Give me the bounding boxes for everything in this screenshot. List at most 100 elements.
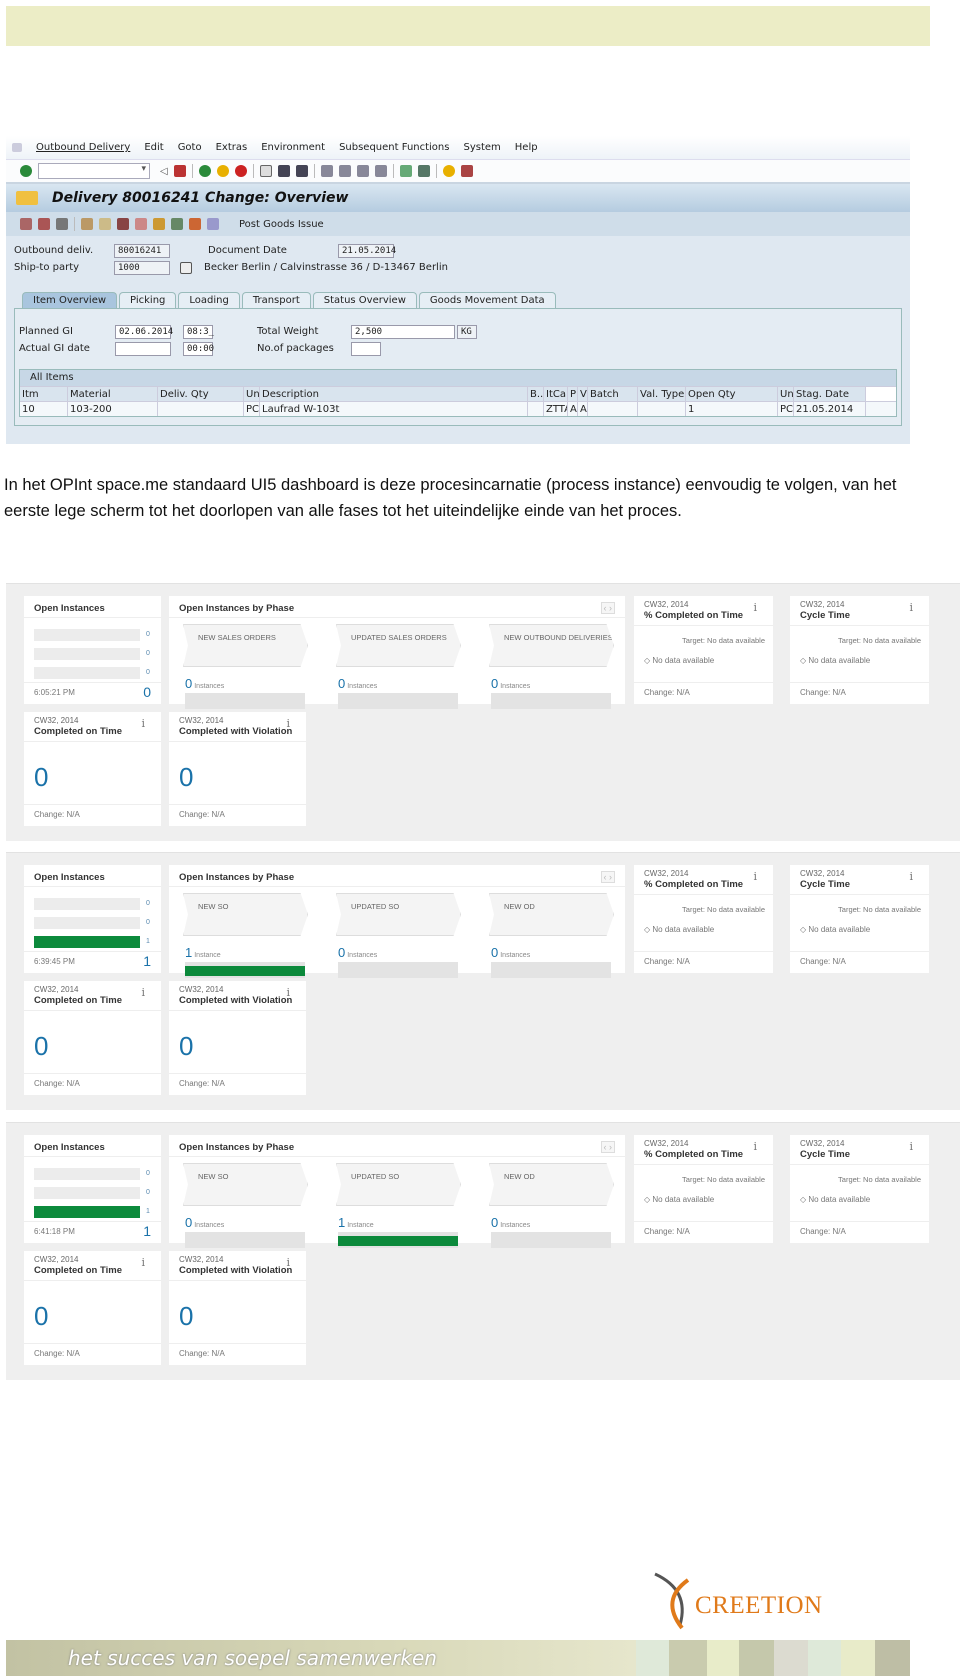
table-row[interactable]: 10103-200PCLaufrad W-103tZTTAAA1PC21.05.…	[20, 401, 896, 416]
column-header[interactable]: Batch	[588, 387, 638, 401]
phase-chevron[interactable]: NEW OD	[489, 1163, 614, 1206]
table-cell[interactable]: ZTTA	[544, 402, 568, 416]
menu-goto[interactable]: Goto	[178, 142, 202, 153]
transaction-icon[interactable]	[16, 191, 38, 205]
phase-nav-arrows[interactable]: ‹ ›	[600, 602, 615, 614]
phase-chevron[interactable]: UPDATED SO	[336, 893, 461, 936]
menu-system[interactable]: System	[463, 142, 500, 153]
phase-chevron[interactable]: NEW OUTBOUND DELIVERIES	[489, 624, 614, 667]
open-instances-tile[interactable]: Open Instances 0 0 0 6:05:21 PM 0	[24, 596, 161, 704]
menu-help[interactable]: Help	[515, 142, 538, 153]
kpi-tile[interactable]: CW32, 2014% Completed on Time i Target: N…	[634, 596, 773, 704]
find-icon[interactable]	[277, 165, 290, 177]
document-date-field[interactable]: 21.05.2014	[338, 243, 396, 258]
kpi-tile[interactable]: CW32, 2014 Completed with Violation i 0 Ch…	[169, 1251, 306, 1365]
kpi-tile[interactable]: CW32, 2014 Completed with Violation i 0 Ch…	[169, 981, 306, 1095]
info-icon[interactable]: i	[909, 601, 913, 614]
doc-flow-icon[interactable]	[207, 218, 219, 230]
delete-icon[interactable]	[56, 218, 68, 230]
back-icon[interactable]	[198, 165, 211, 177]
tab-item-overview[interactable]: Item Overview	[22, 292, 118, 308]
column-header[interactable]: Un	[244, 387, 260, 401]
table-cell[interactable]: Laufrad W-103t	[260, 402, 528, 416]
tab-loading[interactable]: Loading	[178, 292, 240, 308]
command-field[interactable]	[38, 163, 150, 179]
kpi-tile[interactable]: CW32, 2014% Completed on Time i Target: N…	[634, 1135, 773, 1243]
display-change-icon[interactable]	[20, 218, 32, 230]
info-icon[interactable]: i	[286, 1256, 290, 1269]
info-icon[interactable]: i	[286, 986, 290, 999]
column-header[interactable]: B..	[528, 387, 544, 401]
phase-tile[interactable]: Open Instances by Phase ‹ › NEW SO 1 Inst…	[169, 865, 625, 978]
phase-chevron[interactable]: NEW SO	[183, 1163, 308, 1206]
info-icon[interactable]: i	[141, 986, 145, 999]
tab-transport[interactable]: Transport	[241, 292, 311, 308]
total-weight-field[interactable]: 2,500	[351, 324, 455, 339]
phase-chevron[interactable]: NEW SALES ORDERS	[183, 624, 308, 667]
table-cell[interactable]	[528, 402, 544, 416]
tab-status-overview[interactable]: Status Overview	[312, 292, 417, 308]
menu-edit[interactable]: Edit	[144, 142, 163, 153]
weight-unit-field[interactable]: KG	[457, 324, 477, 339]
exit-icon[interactable]	[216, 165, 229, 177]
last-page-icon[interactable]	[374, 165, 387, 177]
info-icon[interactable]: i	[909, 1140, 913, 1153]
shortcut-icon[interactable]	[417, 165, 430, 177]
layout-icon[interactable]	[460, 165, 473, 177]
cancel-icon[interactable]	[234, 165, 247, 177]
tab-goods-movement-data[interactable]: Goods Movement Data	[418, 292, 556, 308]
print-icon[interactable]	[259, 165, 272, 177]
texts-icon[interactable]	[135, 218, 147, 230]
column-header[interactable]: Val. Type	[638, 387, 686, 401]
table-cell[interactable]: 10	[20, 402, 68, 416]
table-cell[interactable]: 21.05.2014	[794, 402, 866, 416]
phase-nav-arrows[interactable]: ‹ ›	[600, 871, 615, 883]
back-arrow-icon[interactable]: ◁	[160, 166, 168, 177]
phase-tile[interactable]: Open Instances by Phase ‹ › NEW SO 0 Inst…	[169, 1135, 625, 1248]
next-page-icon[interactable]	[356, 165, 369, 177]
new-session-icon[interactable]	[399, 165, 412, 177]
info-icon[interactable]: i	[753, 601, 757, 614]
kpi-tile[interactable]: CW32, 2014% Completed on Time i Target: N…	[634, 865, 773, 973]
first-page-icon[interactable]	[320, 165, 333, 177]
kpi-tile[interactable]: CW32, 2014 Cycle Time i Target: No data av…	[790, 1135, 929, 1243]
phase-chevron[interactable]: NEW OD	[489, 893, 614, 936]
open-instances-tile[interactable]: Open Instances 0 0 1 6:41:18 PM 1	[24, 1135, 161, 1243]
prev-page-icon[interactable]	[338, 165, 351, 177]
column-header[interactable]: Open Qty	[686, 387, 778, 401]
table-cell[interactable]	[638, 402, 686, 416]
kpi-tile[interactable]: CW32, 2014 Completed on Time i 0 Change: N…	[24, 1251, 161, 1365]
actual-gi-field[interactable]	[115, 341, 171, 356]
planned-time-field[interactable]: 08:3_	[183, 324, 214, 339]
planned-gi-field[interactable]: 02.06.2014	[115, 324, 173, 339]
phase-chevron[interactable]: UPDATED SALES ORDERS	[336, 624, 461, 667]
table-cell[interactable]	[158, 402, 244, 416]
table-cell[interactable]: 1	[686, 402, 778, 416]
table-cell[interactable]: A	[568, 402, 578, 416]
table-cell[interactable]: PC	[778, 402, 794, 416]
column-header[interactable]: Un	[778, 387, 794, 401]
phase-chevron[interactable]: NEW SO	[183, 893, 308, 936]
menu-extras[interactable]: Extras	[216, 142, 248, 153]
kpi-tile[interactable]: CW32, 2014 Cycle Time i Target: No data av…	[790, 865, 929, 973]
actual-time-field[interactable]: 00:00	[183, 341, 214, 356]
header-icon[interactable]	[81, 218, 93, 230]
kpi-tile[interactable]: CW32, 2014 Completed on Time i 0 Change: N…	[24, 981, 161, 1095]
goods-movement-icon[interactable]	[189, 218, 201, 230]
column-header[interactable]: Stag. Date	[794, 387, 866, 401]
output-icon[interactable]	[117, 218, 129, 230]
enter-icon[interactable]	[20, 165, 32, 177]
packages-field[interactable]	[351, 341, 381, 356]
column-header[interactable]: Deliv. Qty	[158, 387, 244, 401]
column-header[interactable]: P	[568, 387, 578, 401]
table-cell[interactable]	[588, 402, 638, 416]
menu-environment[interactable]: Environment	[261, 142, 325, 153]
batch-icon[interactable]	[171, 218, 183, 230]
save-icon[interactable]	[173, 165, 186, 177]
info-icon[interactable]: i	[753, 1140, 757, 1153]
info-icon[interactable]: i	[286, 717, 290, 730]
menu-icon[interactable]	[12, 143, 22, 152]
post-goods-issue-button[interactable]: Post Goods Issue	[239, 219, 324, 230]
column-header[interactable]: Material	[68, 387, 158, 401]
table-cell[interactable]: PC	[244, 402, 260, 416]
